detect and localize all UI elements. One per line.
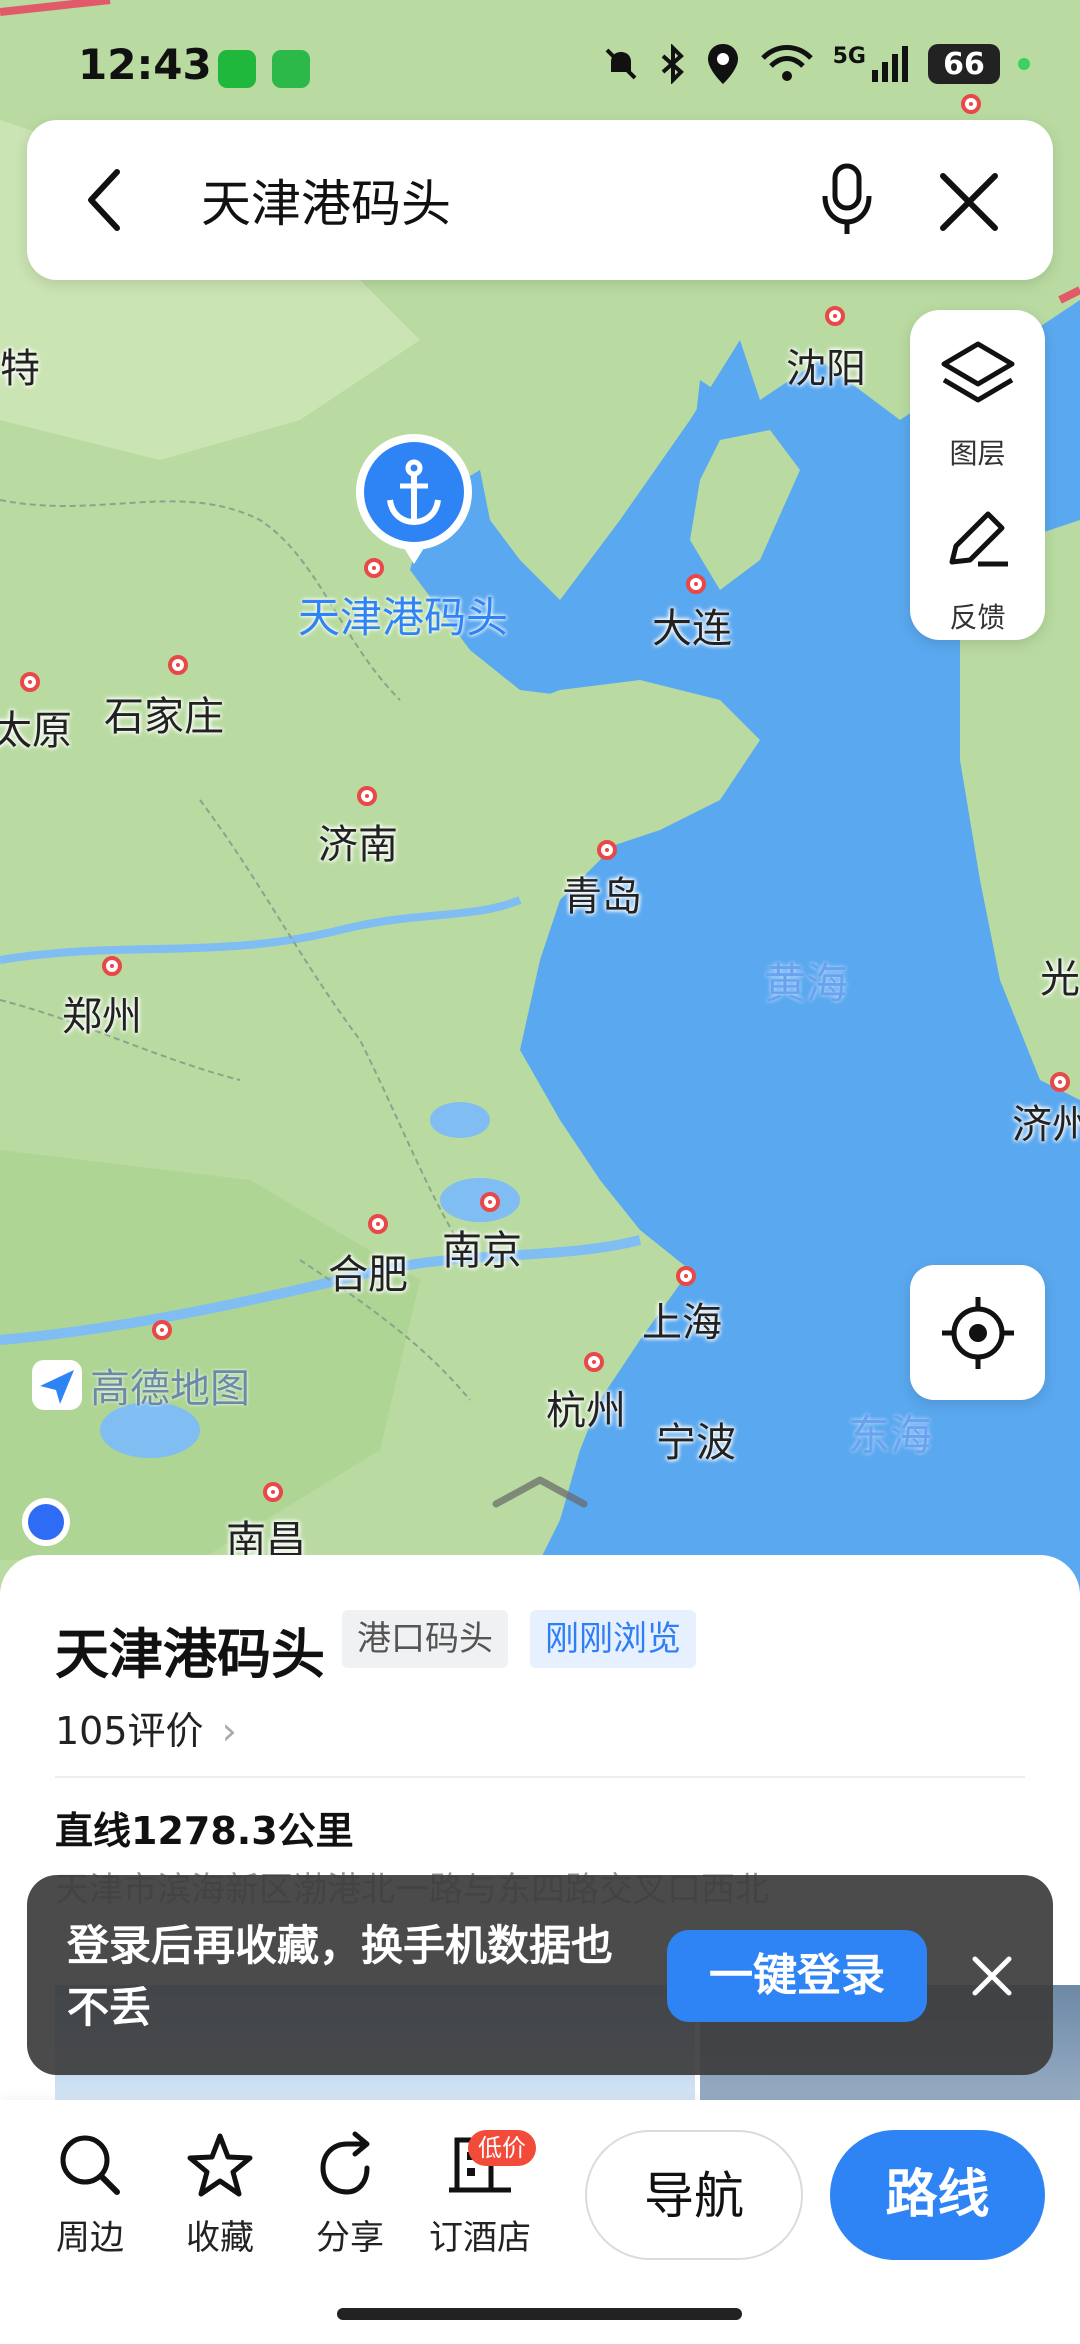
city-dot-taiyuan [20, 672, 40, 692]
layers-icon [941, 341, 1015, 403]
search-icon [60, 2135, 120, 2195]
mute-icon [605, 48, 637, 80]
search-bar[interactable]: 天津港码头 [27, 120, 1053, 280]
hotel-label: 订酒店 [429, 2218, 531, 2258]
route-button[interactable]: 路线 [830, 2130, 1045, 2260]
navigate-button[interactable]: 导航 [585, 2130, 803, 2260]
city-label-taiyuan[interactable]: 太原 [0, 698, 72, 756]
my-location-dot[interactable] [22, 1498, 70, 1546]
divider [55, 1776, 1025, 1778]
star-icon [187, 2133, 253, 2197]
wechat-icon [218, 50, 256, 88]
amap-logo-icon [32, 1360, 82, 1410]
sea-label-east-china-sea: 东海 [848, 1411, 933, 1460]
bluetooth-icon [661, 44, 684, 84]
city-dot-jeju [1050, 1072, 1070, 1092]
city-dot-jinan [357, 786, 377, 806]
favorite-button[interactable]: 收藏 [160, 2130, 280, 2259]
battery-indicator: 66 [928, 44, 1000, 84]
status-time: 12:43 [78, 40, 212, 89]
city-label-haote[interactable]: 浩特 [0, 336, 40, 394]
status-right-icons: 5G 66 [601, 42, 1030, 86]
messages-icon [272, 50, 310, 88]
city-dot-wuhan [152, 1320, 172, 1340]
city-label-hangzhou[interactable]: 杭州 [546, 1378, 626, 1436]
one-click-login-button[interactable]: 一键登录 [667, 1930, 927, 2022]
share-label: 分享 [316, 2218, 384, 2258]
back-icon[interactable] [77, 164, 137, 236]
amap-logo-text: 高德地图 [90, 1366, 250, 1412]
toast-close-icon[interactable] [967, 1951, 1017, 2001]
city-dot-hefei [368, 1214, 388, 1234]
city-dot-zhengzhou [102, 956, 122, 976]
city-label-ningbo[interactable]: 宁波 [656, 1410, 736, 1468]
reviews-count: 105评价 [55, 1709, 204, 1753]
map-side-controls: 图层 反馈 [910, 310, 1045, 640]
home-indicator[interactable] [337, 2308, 742, 2320]
recent-tag: 刚刚浏览 [530, 1610, 696, 1668]
share-icon [320, 2131, 370, 2195]
city-dot-dalian [686, 574, 706, 594]
city-dot-shanghai [676, 1266, 696, 1286]
microphone-icon[interactable] [817, 160, 877, 240]
city-dot-nanchang [263, 1482, 283, 1502]
city-dot-nanjing [480, 1192, 500, 1212]
amap-logo: 高德地图 [30, 1356, 250, 1414]
city-label-zhengzhou[interactable]: 郑州 [62, 984, 142, 1042]
search-input[interactable]: 天津港码头 [201, 164, 451, 236]
wifi-icon [760, 45, 813, 81]
city-label-shijiazhuang[interactable]: 石家庄 [104, 684, 224, 742]
edit-icon [949, 511, 1008, 567]
signal-icon [872, 46, 908, 82]
nearby-button[interactable]: 周边 [30, 2130, 150, 2259]
sheet-expand-icon[interactable] [490, 1470, 590, 1510]
favorite-label: 收藏 [186, 2218, 254, 2258]
reviews-link[interactable]: 105评价 › [55, 1700, 237, 1755]
login-toast: 登录后再收藏，换手机数据也不丢 一键登录 [27, 1875, 1053, 2075]
city-dot-shenyang [825, 306, 845, 326]
chevron-right-icon: › [221, 1709, 237, 1753]
city-label-dalian[interactable]: 大连 [652, 596, 732, 654]
city-label-shenyang[interactable]: 沈阳 [786, 336, 866, 394]
city-dot-hangzhou [584, 1352, 604, 1372]
feedback-button[interactable]: 反馈 [910, 492, 1045, 652]
network-label: 5G [832, 43, 866, 69]
privacy-dot [1018, 58, 1030, 70]
close-icon[interactable] [937, 170, 1001, 234]
distance-text: 直线1278.3公里 [55, 1809, 354, 1853]
poi-city-dot [364, 558, 384, 578]
hotel-badge: 低价 [468, 2130, 536, 2166]
layers-button[interactable]: 图层 [910, 328, 1045, 488]
city-dot-qingdao [597, 840, 617, 860]
sea-label-yellow-sea: 黄海 [764, 959, 849, 1008]
share-button[interactable]: 分享 [290, 2130, 410, 2259]
city-label-jinan[interactable]: 济南 [318, 812, 398, 870]
locate-button[interactable] [910, 1265, 1045, 1400]
status-bar: 12:43 5G 66 [0, 0, 1080, 140]
layers-label: 图层 [949, 437, 1006, 470]
city-label-nanjing[interactable]: 南京 [442, 1218, 522, 1276]
city-label-hefei[interactable]: 合肥 [328, 1242, 408, 1300]
location-icon [707, 44, 738, 84]
place-title: 天津港码头 [55, 1623, 325, 1686]
city-label-jeju[interactable]: 济州 [1012, 1092, 1080, 1150]
category-tag: 港口码头 [342, 1610, 508, 1668]
toast-message: 登录后再收藏，换手机数据也不丢 [67, 1921, 614, 2032]
crosshair-icon [942, 1297, 1014, 1369]
nearby-label: 周边 [56, 2218, 124, 2258]
city-label-qingdao[interactable]: 青岛 [562, 864, 642, 922]
city-label-guang[interactable]: 光 [1040, 946, 1080, 1004]
city-label-shanghai[interactable]: 上海 [642, 1290, 722, 1348]
poi-label[interactable]: 天津港码头 [298, 584, 508, 645]
city-dot-shijiazhuang [168, 655, 188, 675]
feedback-label: 反馈 [949, 601, 1006, 634]
